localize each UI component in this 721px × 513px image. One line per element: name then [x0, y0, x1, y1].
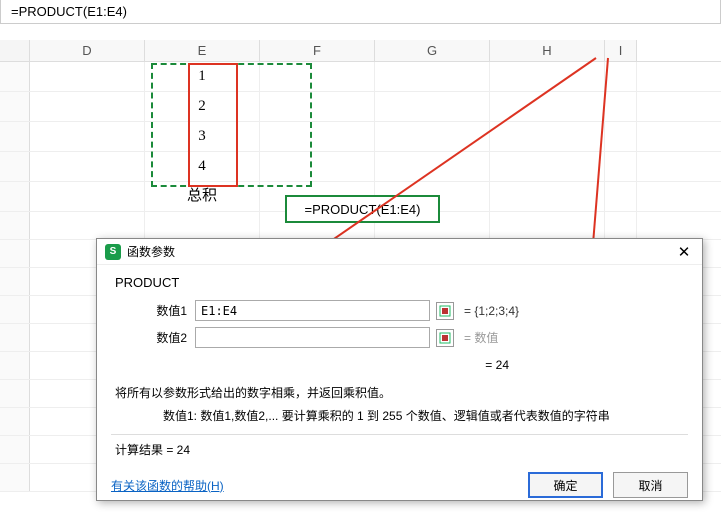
cell-e3[interactable]: 3	[145, 122, 260, 151]
formula-result: = 24	[115, 358, 684, 372]
col-header-h[interactable]: H	[490, 40, 605, 61]
dialog-footer: 有关该函数的帮助(H) 确定 取消	[97, 472, 702, 504]
close-button[interactable]: ✕	[674, 242, 694, 262]
cancel-button[interactable]: 取消	[613, 472, 688, 498]
column-headers: D E F G H I	[0, 40, 721, 62]
close-icon: ✕	[678, 243, 691, 261]
calc-result: 计算结果 = 24	[115, 441, 684, 458]
formula-bar[interactable]: =PRODUCT(E1:E4)	[0, 0, 721, 24]
param1-input[interactable]	[195, 300, 430, 321]
param-description: 数值1: 数值1,数值2,... 要计算乘积的 1 到 255 个数值、逻辑值或…	[115, 407, 684, 424]
dialog-title: 函数参数	[127, 243, 175, 260]
param-row-1: 数值1 = {1;2;3;4}	[115, 300, 684, 321]
col-header-e[interactable]: E	[145, 40, 260, 61]
cell-e5[interactable]: 总积	[145, 182, 260, 211]
range-picker-icon[interactable]	[436, 302, 454, 320]
cell-e4[interactable]: 4	[145, 152, 260, 181]
function-name: PRODUCT	[115, 275, 684, 290]
param2-result: = 数值	[464, 329, 498, 346]
param1-result: = {1;2;3;4}	[464, 304, 519, 318]
divider	[111, 434, 688, 435]
param1-label: 数值1	[115, 302, 195, 319]
range-picker-icon[interactable]	[436, 329, 454, 347]
help-link[interactable]: 有关该函数的帮助(H)	[111, 477, 224, 494]
param-row-2: 数值2 = 数值	[115, 327, 684, 348]
param2-input[interactable]	[195, 327, 430, 348]
formula-text: =PRODUCT(E1:E4)	[11, 4, 127, 19]
col-header-d[interactable]: D	[30, 40, 145, 61]
function-description: 将所有以参数形式给出的数字相乘，并返回乘积值。	[115, 384, 684, 401]
select-all-corner[interactable]	[0, 40, 30, 61]
col-header-i[interactable]: I	[605, 40, 637, 61]
cell-e2[interactable]: 2	[145, 92, 260, 121]
param2-label: 数值2	[115, 329, 195, 346]
col-header-g[interactable]: G	[375, 40, 490, 61]
cell-e1[interactable]: 1	[145, 62, 260, 91]
app-icon: S	[105, 244, 121, 260]
dialog-titlebar[interactable]: S 函数参数 ✕	[97, 239, 702, 265]
col-header-f[interactable]: F	[260, 40, 375, 61]
function-arguments-dialog: S 函数参数 ✕ PRODUCT 数值1 = {1;2;3;4} 数值2 = 数…	[96, 238, 703, 501]
ok-button[interactable]: 确定	[528, 472, 603, 498]
